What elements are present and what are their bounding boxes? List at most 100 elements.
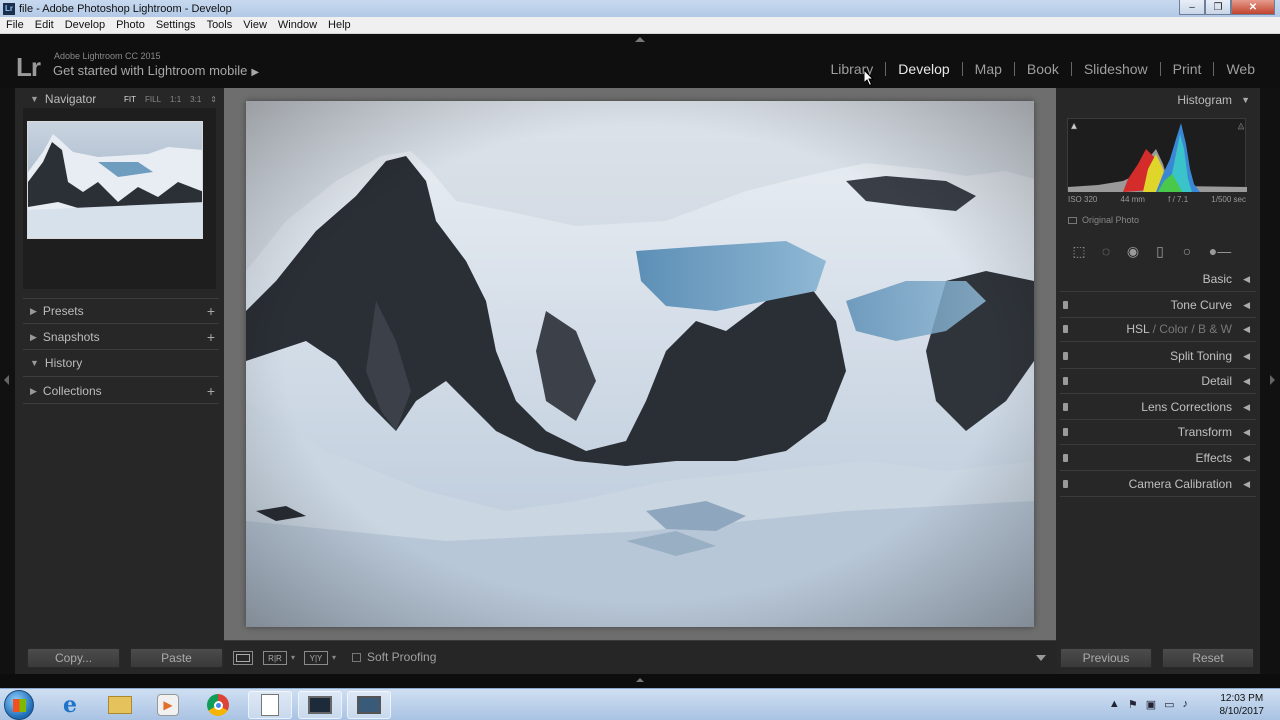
chrome-icon[interactable]	[196, 691, 240, 719]
transform-section[interactable]: Transform ◀	[1060, 420, 1256, 445]
module-web[interactable]: Web	[1214, 61, 1267, 77]
histogram-graph	[1068, 122, 1247, 192]
effects-section[interactable]: Effects ◀	[1060, 446, 1256, 471]
adjustment-brush-icon[interactable]: ●—	[1205, 242, 1235, 260]
copy-button[interactable]: Copy...	[27, 648, 120, 668]
menu-window[interactable]: Window	[272, 19, 322, 31]
original-photo-toggle[interactable]: Original Photo	[1068, 215, 1139, 225]
menu-file[interactable]: File	[0, 19, 29, 31]
network-flag-icon[interactable]: ⚑	[1128, 698, 1138, 711]
internet-explorer-icon[interactable]: e	[48, 691, 92, 719]
lens-corrections-section[interactable]: Lens Corrections ◀	[1060, 395, 1256, 420]
before-after-split-icon[interactable]: Y|Y	[304, 651, 328, 665]
toolbar-options-dropdown-icon[interactable]	[1036, 655, 1046, 661]
navigator-header[interactable]: ▼ Navigator FIT FILL 1:1 3:1 ⇕	[15, 88, 224, 110]
panel-switch-icon[interactable]	[1063, 428, 1068, 436]
main-photo[interactable]	[246, 101, 1034, 627]
lightroom-window-taskbar-icon[interactable]	[347, 691, 391, 719]
panel-switch-icon[interactable]	[1063, 352, 1068, 360]
menu-edit[interactable]: Edit	[29, 19, 59, 31]
bw-tab[interactable]: B & W	[1198, 322, 1232, 336]
menu-settings[interactable]: Settings	[150, 19, 201, 31]
original-photo-checkbox[interactable]	[1068, 216, 1077, 224]
panel-switch-icon[interactable]	[1063, 301, 1068, 309]
reset-button[interactable]: Reset	[1162, 648, 1254, 668]
tone-curve-section[interactable]: Tone Curve ◀	[1060, 293, 1256, 318]
module-book[interactable]: Book	[1015, 61, 1071, 77]
volume-icon[interactable]: ♪	[1183, 698, 1189, 711]
mobile-link[interactable]: Get started with Lightroom mobile ▶	[53, 63, 259, 78]
maximize-button[interactable]: ❐	[1205, 0, 1231, 15]
panel-switch-icon[interactable]	[1063, 377, 1068, 385]
menu-tools[interactable]: Tools	[201, 19, 238, 31]
windows-taskbar: e ▶ ▲ ⚑ ▣ ▭ ♪ 12:03 PM 8/10/2017	[0, 688, 1280, 720]
crop-tool-icon[interactable]: ⬚	[1070, 242, 1088, 260]
add-snapshot-icon[interactable]: +	[207, 329, 215, 345]
highlight-clipping-icon[interactable]	[1237, 122, 1245, 130]
zoom-1-1[interactable]: 1:1	[170, 95, 181, 104]
start-button[interactable]	[4, 690, 34, 720]
zoom-3-1[interactable]: 3:1	[190, 95, 201, 104]
menu-develop[interactable]: Develop	[59, 19, 110, 31]
hsl-tab[interactable]: HSL	[1126, 322, 1149, 336]
zoom-stepper-icon[interactable]: ⇕	[210, 95, 217, 104]
panel-switch-icon[interactable]	[1063, 454, 1068, 462]
panel-switch-icon[interactable]	[1063, 403, 1068, 411]
panel-switch-icon[interactable]	[1063, 325, 1068, 333]
previous-button[interactable]: Previous	[1060, 648, 1152, 668]
show-hidden-icons[interactable]: ▲	[1109, 698, 1120, 711]
soft-proofing-checkbox[interactable]	[352, 653, 361, 662]
hsl-section[interactable]: HSL / Color / B & W ◀	[1060, 317, 1256, 342]
before-after-view-icon[interactable]: R|R	[263, 651, 287, 665]
add-preset-icon[interactable]: +	[207, 303, 215, 319]
zoom-fit[interactable]: FIT	[124, 95, 136, 104]
expand-filmstrip-icon[interactable]	[636, 678, 644, 682]
notepad-icon[interactable]	[248, 691, 292, 719]
navigator-thumbnail[interactable]	[27, 121, 203, 239]
red-eye-icon[interactable]: ◉	[1124, 242, 1142, 260]
module-library[interactable]: Library	[819, 61, 886, 77]
file-explorer-icon[interactable]	[98, 691, 142, 719]
menu-view[interactable]: View	[237, 19, 272, 31]
module-map[interactable]: Map	[963, 61, 1014, 77]
zoom-fill[interactable]: FILL	[145, 95, 161, 104]
histogram[interactable]	[1067, 118, 1247, 192]
close-button[interactable]: ✕	[1231, 0, 1275, 15]
original-photo-label: Original Photo	[1082, 215, 1140, 225]
module-print[interactable]: Print	[1161, 61, 1214, 77]
add-collection-icon[interactable]: +	[207, 383, 215, 399]
menu-help[interactable]: Help	[322, 19, 356, 31]
color-tab[interactable]: Color	[1159, 322, 1188, 336]
collapse-right-panel-icon[interactable]	[1270, 375, 1275, 385]
module-develop[interactable]: Develop	[886, 61, 961, 77]
collapse-top-panel-icon[interactable]	[635, 37, 645, 42]
snapshots-header[interactable]: ▶ Snapshots +	[15, 326, 224, 348]
menu-photo[interactable]: Photo	[110, 19, 150, 31]
history-header[interactable]: ▼ History	[15, 352, 224, 374]
radial-filter-icon[interactable]: ○	[1178, 242, 1196, 260]
paste-button[interactable]: Paste	[130, 648, 223, 668]
spot-removal-icon[interactable]: ◌	[1097, 242, 1115, 260]
minimize-button[interactable]: –	[1179, 0, 1205, 15]
loupe-view-icon[interactable]	[233, 651, 253, 665]
before-after-dropdown-icon[interactable]: ▾	[291, 653, 295, 662]
collapse-left-panel-icon[interactable]	[4, 375, 9, 385]
shadow-clipping-icon[interactable]	[1070, 122, 1078, 130]
basic-section[interactable]: Basic ◀	[1060, 267, 1256, 292]
focal-length-value: 44 mm	[1120, 195, 1145, 204]
graduated-filter-icon[interactable]: ▯	[1151, 242, 1169, 260]
media-player-icon[interactable]: ▶	[146, 691, 190, 719]
action-center-icon[interactable]: ▣	[1146, 698, 1156, 711]
panel-switch-icon[interactable]	[1063, 480, 1068, 488]
battery-icon[interactable]: ▭	[1164, 698, 1174, 711]
system-clock[interactable]: 12:03 PM 8/10/2017	[1220, 692, 1265, 718]
presets-header[interactable]: ▶ Presets +	[15, 300, 224, 322]
split-dropdown-icon[interactable]: ▾	[332, 653, 336, 662]
collections-header[interactable]: ▶ Collections +	[15, 380, 224, 402]
histogram-collapse-icon[interactable]: ▼	[1241, 95, 1250, 105]
split-toning-section[interactable]: Split Toning ◀	[1060, 344, 1256, 369]
detail-section[interactable]: Detail ◀	[1060, 369, 1256, 394]
camera-calibration-section[interactable]: Camera Calibration ◀	[1060, 472, 1256, 497]
lightroom-taskbar-icon[interactable]	[298, 691, 342, 719]
module-slideshow[interactable]: Slideshow	[1072, 61, 1160, 77]
